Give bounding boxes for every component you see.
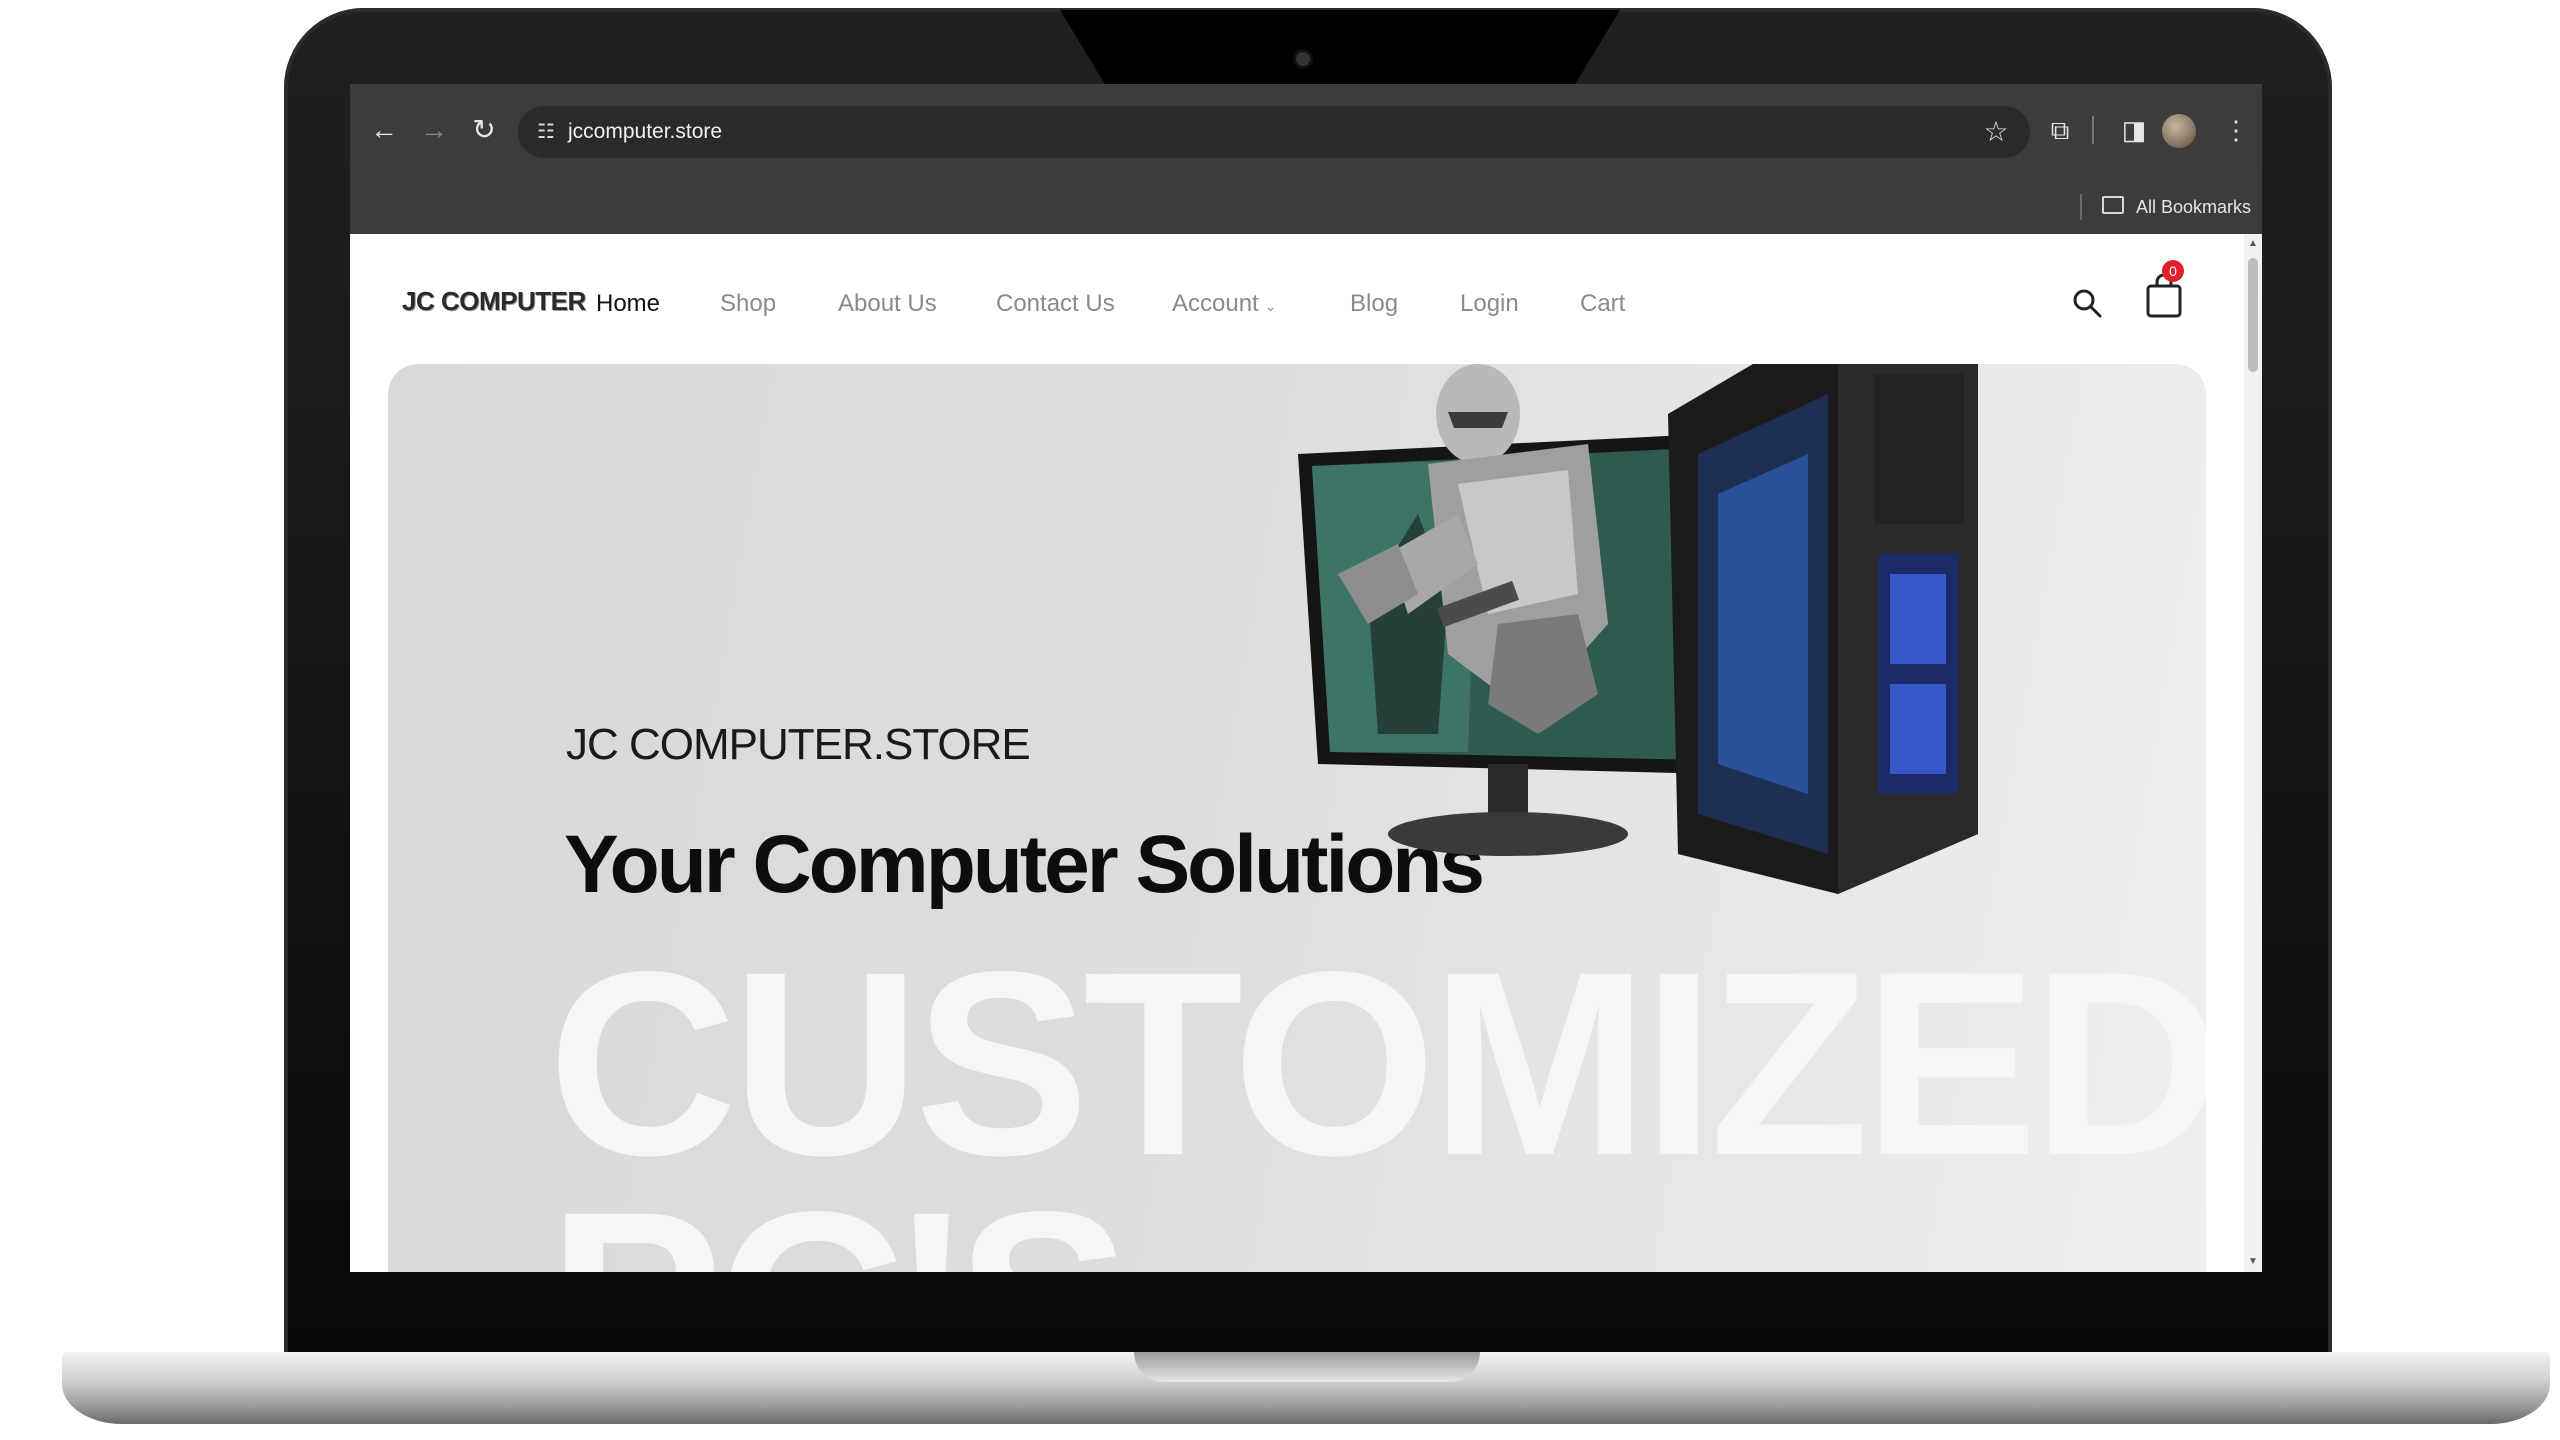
pc-tower-graphic: [1668, 364, 1978, 894]
menu-item-account[interactable]: Account ⌄: [1172, 284, 1276, 326]
web-page: JC COMPUTER Home Shop About Us Contact U…: [350, 234, 2262, 1272]
reload-icon[interactable]: ↻: [464, 110, 504, 150]
url-text[interactable]: jccomputer.store: [568, 106, 722, 158]
folder-icon[interactable]: [2102, 196, 2124, 214]
profile-avatar[interactable]: [2162, 114, 2196, 148]
scroll-up-icon[interactable]: ▲: [2247, 238, 2259, 250]
site-logo[interactable]: JC COMPUTER: [402, 286, 586, 317]
cart-count-badge: 0: [2162, 260, 2184, 282]
laptop-notch: [1060, 10, 1620, 84]
hero-background-word: CUSTOMIZED: [548, 917, 2206, 1210]
bookmark-star-icon[interactable]: ☆: [1978, 114, 2014, 150]
laptop-base-notch: [1134, 1352, 1480, 1382]
scroll-down-icon[interactable]: ▼: [2247, 1256, 2259, 1268]
hero-banner: CUSTOMIZED PC'S JC COMPUTER.STORE Your C…: [388, 364, 2206, 1272]
camera-icon: [1296, 52, 1310, 66]
gaming-pc-illustration: [1298, 364, 1978, 894]
menu-item-shop[interactable]: Shop: [720, 284, 776, 324]
menu-item-blog[interactable]: Blog: [1350, 284, 1398, 324]
search-icon[interactable]: [2070, 286, 2104, 320]
menu-item-account-label: Account: [1172, 290, 1259, 317]
laptop-screen: ← → ↻ ☷ jccomputer.store ☆ ⧉ ◨ ⋮ All Boo…: [350, 84, 2262, 1272]
bookmarks-bar: All Bookmarks: [350, 180, 2262, 234]
browser-toolbar: ← → ↻ ☷ jccomputer.store ☆ ⧉ ◨ ⋮: [350, 84, 2262, 180]
bookmarks-divider: [2080, 194, 2082, 220]
all-bookmarks-link[interactable]: All Bookmarks: [2136, 180, 2251, 234]
extensions-icon[interactable]: ⧉: [2040, 110, 2080, 150]
site-info-icon[interactable]: ☷: [530, 116, 562, 148]
menu-item-cart[interactable]: Cart: [1580, 284, 1625, 324]
toolbar-divider: [2092, 116, 2094, 144]
forward-arrow-icon[interactable]: →: [414, 110, 454, 150]
page-scrollbar[interactable]: ▲ ▼: [2244, 234, 2262, 1272]
back-arrow-icon[interactable]: ←: [364, 110, 404, 150]
menu-item-login[interactable]: Login: [1460, 284, 1519, 324]
hero-kicker: JC COMPUTER.STORE: [566, 720, 1031, 769]
scroll-thumb[interactable]: [2248, 258, 2258, 372]
hero-background-word-2: PC'S: [548, 1173, 1131, 1273]
address-bar[interactable]: ☷ jccomputer.store ☆: [518, 106, 2030, 158]
more-menu-icon[interactable]: ⋮: [2216, 110, 2256, 150]
menu-item-about-us[interactable]: About Us: [838, 284, 937, 324]
chevron-down-icon: ⌄: [1264, 298, 1277, 314]
side-panel-icon[interactable]: ◨: [2114, 110, 2154, 150]
menu-item-home[interactable]: Home: [596, 284, 660, 324]
menu-item-contact-us[interactable]: Contact Us: [996, 284, 1115, 324]
